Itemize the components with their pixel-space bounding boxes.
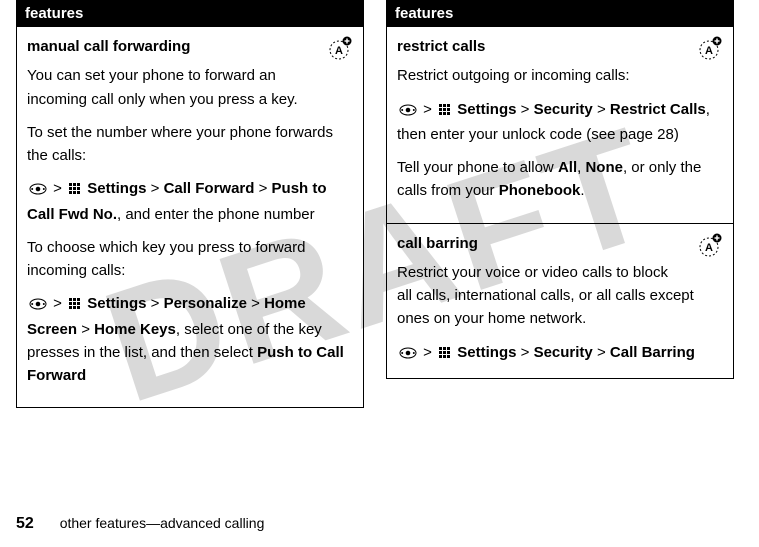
sep: > [521,101,534,118]
section-title-call-barring: call barring [397,232,723,255]
network-dependent-icon: A [695,35,723,63]
sep: > [151,180,164,197]
svg-text:A: A [705,242,713,254]
right-cell-restrict-calls: A restrict calls Restrict outgoing or in… [387,27,734,224]
crumb-settings: Settings [87,180,146,197]
page-number: 52 [16,515,34,532]
settings-grid-icon [68,179,81,202]
breadcrumb-mf-1: > Settings > Call Forward > Push to Call… [27,177,353,226]
crumb-settings: Settings [457,344,516,361]
svg-text:A: A [335,45,343,57]
left-table-header: features [17,1,364,27]
svg-text:A: A [705,45,713,57]
left-features-table: features A manual call forwarding You ca… [16,0,364,408]
network-dependent-icon: A [695,232,723,260]
opt-none: None [585,159,623,176]
left-column: features A manual call forwarding You ca… [16,0,364,408]
right-features-table: features A restrict calls Restrict outgo… [386,0,734,379]
crumb-personalize: Personalize [164,295,247,312]
page-footer: 52 other features—advanced calling [16,515,264,533]
breadcrumb-rc: > Settings > Security > Restrict Calls, … [397,98,723,147]
center-key-icon [29,182,47,196]
sep: > [81,321,94,338]
section-title-manual-forwarding: manual call forwarding [27,35,353,58]
crumb-settings: Settings [457,101,516,118]
sep: > [423,101,436,118]
section-title-restrict-calls: restrict calls [397,35,723,58]
sep: > [521,344,534,361]
opt-phonebook: Phonebook [499,182,581,199]
text: Tell your phone to allow [397,159,558,176]
sep: > [597,344,610,361]
text-mf-intro: You can set your phone to forward an inc… [27,64,353,111]
crumb-settings: Settings [87,295,146,312]
left-cell-manual-forwarding: A manual call forwarding You can set you… [17,27,364,408]
sep: > [53,180,66,197]
text-rc-allow: Tell your phone to allow All, None, or o… [397,156,723,203]
sep: > [151,295,164,312]
settings-grid-icon [68,294,81,317]
center-key-icon [399,346,417,360]
breadcrumb-cb: > Settings > Security > Call Barring [397,341,723,366]
opt-all: All [558,159,577,176]
crumb-home-keys: Home Keys [94,321,176,338]
settings-grid-icon [438,100,451,123]
right-table-header: features [387,1,734,27]
sep: > [53,295,66,312]
page-columns: features A manual call forwarding You ca… [0,0,759,408]
crumb-security: Security [534,344,593,361]
right-column: features A restrict calls Restrict outgo… [386,0,734,408]
center-key-icon [399,103,417,117]
sep: > [423,344,436,361]
text-mf-setnumber: To set the number where your phone forwa… [27,121,353,168]
breadcrumb-mf-2: > Settings > Personalize > Home Screen >… [27,292,353,387]
crumb-security: Security [534,101,593,118]
center-key-icon [29,297,47,311]
sep: > [251,295,264,312]
text-tail: , and enter the phone number [117,206,315,223]
text-rc-intro: Restrict outgoing or incoming calls: [397,64,723,87]
sep: > [259,180,272,197]
right-cell-call-barring: A call barring Restrict your voice or vi… [387,223,734,378]
text-cb-intro: Restrict your voice or video calls to bl… [397,261,723,331]
settings-grid-icon [438,343,451,366]
network-dependent-icon: A [325,35,353,63]
crumb-call-barring: Call Barring [610,344,695,361]
text-mf-choosekey: To choose which key you press to forward… [27,236,353,283]
footer-text: other features—advanced calling [60,515,265,531]
text: . [580,182,584,199]
crumb-restrict-calls: Restrict Calls [610,101,706,118]
sep: > [597,101,610,118]
crumb-call-forward: Call Forward [164,180,255,197]
